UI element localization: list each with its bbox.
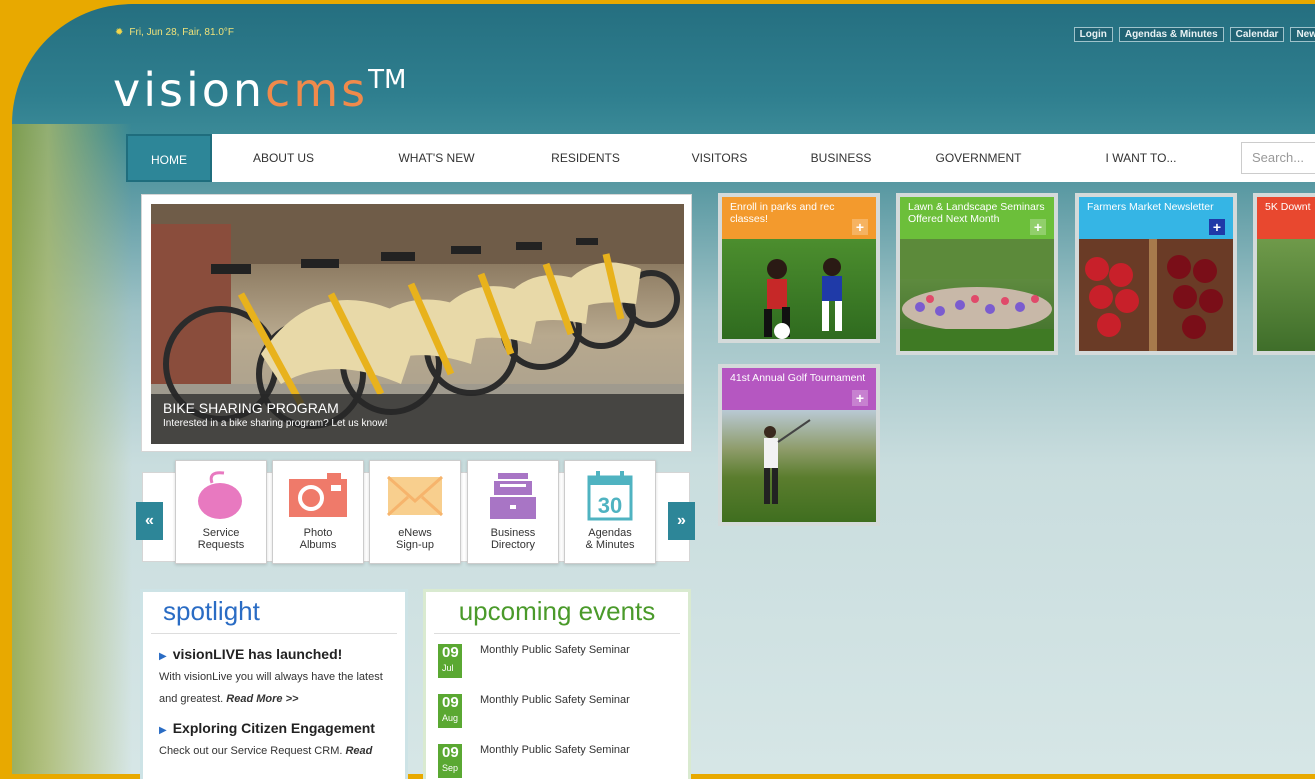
weather-widget: ✹ Fri, Jun 28, Fair, 81.0°F [115,27,234,38]
spotlight-item-title: visionLIVE has launched! [172,646,343,662]
calendar-icon: 30 [579,469,641,521]
nav-whats-new[interactable]: WHAT'S NEW [355,134,518,182]
tile-title: Farmers Market Newsletter [1087,201,1214,213]
envelope-icon [384,469,446,521]
event-day: 09 [442,744,459,761]
hero-title: BIKE SHARING PROGRAM [163,400,339,416]
read-more-link[interactable]: Read More >> [226,693,298,705]
event-title[interactable]: Monthly Public Safety Seminar [480,744,630,779]
agendas-minutes-link[interactable]: Agendas & Minutes [1118,27,1224,42]
triangle-icon: ▶ [159,651,167,662]
tile-golf-tournament[interactable]: 41st Annual Golf Tournament + [718,364,880,526]
event-day: 09 [442,644,459,661]
tile-title: Lawn & Landscape Seminars Offered Next M… [908,201,1045,225]
garden-photo [1257,239,1315,351]
events-heading: upcoming events [434,592,680,634]
search-input[interactable]: Search... [1241,142,1315,174]
event-title[interactable]: Monthly Public Safety Seminar [480,644,630,684]
quicklink-label: eNews Sign-up [396,527,434,551]
plus-icon[interactable]: + [852,390,868,406]
calendar-link[interactable]: Calendar [1229,27,1285,42]
nav-i-want-to[interactable]: I WANT TO... [1061,134,1221,182]
utility-links: Login Agendas & Minutes Calendar New [1073,27,1315,42]
tile-title: 41st Annual Golf Tournament [730,372,866,384]
quicklinks-next-button[interactable]: » [668,502,695,540]
quicklink-service-requests[interactable]: Service Requests [175,460,267,564]
tile-lawn-landscape[interactable]: Lawn & Landscape Seminars Offered Next M… [896,193,1058,355]
tile-title: 5K Downt [1265,201,1311,213]
event-month: Jul [442,663,454,673]
quicklink-business-directory[interactable]: Business Directory [467,460,559,564]
nav-government[interactable]: GOVERNMENT [896,134,1061,182]
quicklink-label: Agendas & Minutes [585,527,635,551]
weather-text: Fri, Jun 28, Fair, 81.0°F [129,27,234,38]
tile-5k-downtown[interactable]: 5K Downt [1253,193,1315,355]
background-glow [12,124,132,774]
monitor-frame: ✹ Fri, Jun 28, Fair, 81.0°F Login Agendas… [0,0,1315,779]
building-icon [482,469,544,521]
spotlight-panel: spotlight ▶ visionLIVE has launched! With… [140,589,408,779]
event-item[interactable]: 09 Sep Monthly Public Safety Seminar [426,734,688,779]
event-item[interactable]: 09 Aug Monthly Public Safety Seminar [426,684,688,734]
tile-farmers-market[interactable]: Farmers Market Newsletter + [1075,193,1237,355]
nav-about-us[interactable]: ABOUT US [212,134,355,182]
quicklink-label: Business Directory [490,527,536,551]
read-more-link[interactable]: Read [345,745,372,757]
spotlight-item-title: Exploring Citizen Engagement [172,720,375,736]
quicklink-enews-signup[interactable]: eNews Sign-up [369,460,461,564]
main-nav: HOME ABOUT US WHAT'S NEW RESIDENTS VISIT… [126,134,1315,182]
tile-title: Enroll in parks and rec classes! [730,201,835,225]
logo-cms: cms [265,63,369,117]
quicklink-photo-albums[interactable]: Photo Albums [272,460,364,564]
event-day: 09 [442,694,459,711]
event-title[interactable]: Monthly Public Safety Seminar [480,694,630,734]
event-date: 09 Jul [438,644,462,678]
hero-caption: BIKE SHARING PROGRAM Interested in a bik… [151,394,684,444]
svg-text:30: 30 [598,493,622,518]
spotlight-item[interactable]: ▶ Exploring Citizen Engagement Check out … [143,710,405,762]
nav-visitors[interactable]: VISITORS [653,134,786,182]
plus-icon[interactable]: + [852,219,868,235]
plus-icon[interactable]: + [1030,219,1046,235]
garden-photo [900,239,1054,351]
plus-icon[interactable]: + [1209,219,1225,235]
tile-parks-rec[interactable]: Enroll in parks and rec classes! + [718,193,880,343]
event-item[interactable]: 09 Jul Monthly Public Safety Seminar [426,634,688,684]
event-month: Aug [442,713,459,723]
sun-icon: ✹ [115,27,124,38]
quicklink-agendas-minutes[interactable]: 30 Agendas & Minutes [564,460,656,564]
spotlight-item-body: Check out our Service Request CRM. [159,745,343,757]
login-link[interactable]: Login [1073,27,1113,42]
events-panel: upcoming events 09 Jul Monthly Public Saf… [423,589,691,779]
nav-business[interactable]: BUSINESS [786,134,896,182]
soccer-photo [722,239,876,339]
site-logo[interactable]: visioncmsTM [113,63,406,117]
event-month: Sep [442,763,459,773]
spotlight-heading: spotlight [151,592,397,634]
hero-subtitle: Interested in a bike sharing program? Le… [163,418,388,429]
nav-residents[interactable]: RESIDENTS [518,134,653,182]
quicklink-label: Photo Albums [299,527,337,551]
quicklink-label: Service Requests [197,527,245,551]
apples-photo [1079,239,1233,351]
event-date: 09 Aug [438,694,462,728]
logo-vision: vision [113,63,266,117]
logo-tm: TM [368,65,407,95]
spotlight-item[interactable]: ▶ visionLIVE has launched! With visionLiv… [143,634,405,710]
quicklinks-prev-button[interactable]: « [136,502,163,540]
triangle-icon: ▶ [159,725,167,736]
tile-header: 5K Downt [1257,197,1315,239]
nav-home[interactable]: HOME [126,134,212,182]
camera-icon [287,469,349,521]
golf-photo [722,410,876,522]
hero-slideshow[interactable]: BIKE SHARING PROGRAM Interested in a bik… [141,194,692,452]
mouse-icon [190,469,252,521]
event-date: 09 Sep [438,744,462,778]
bike-photo: BIKE SHARING PROGRAM Interested in a bik… [151,204,684,444]
news-link[interactable]: New [1290,27,1315,42]
